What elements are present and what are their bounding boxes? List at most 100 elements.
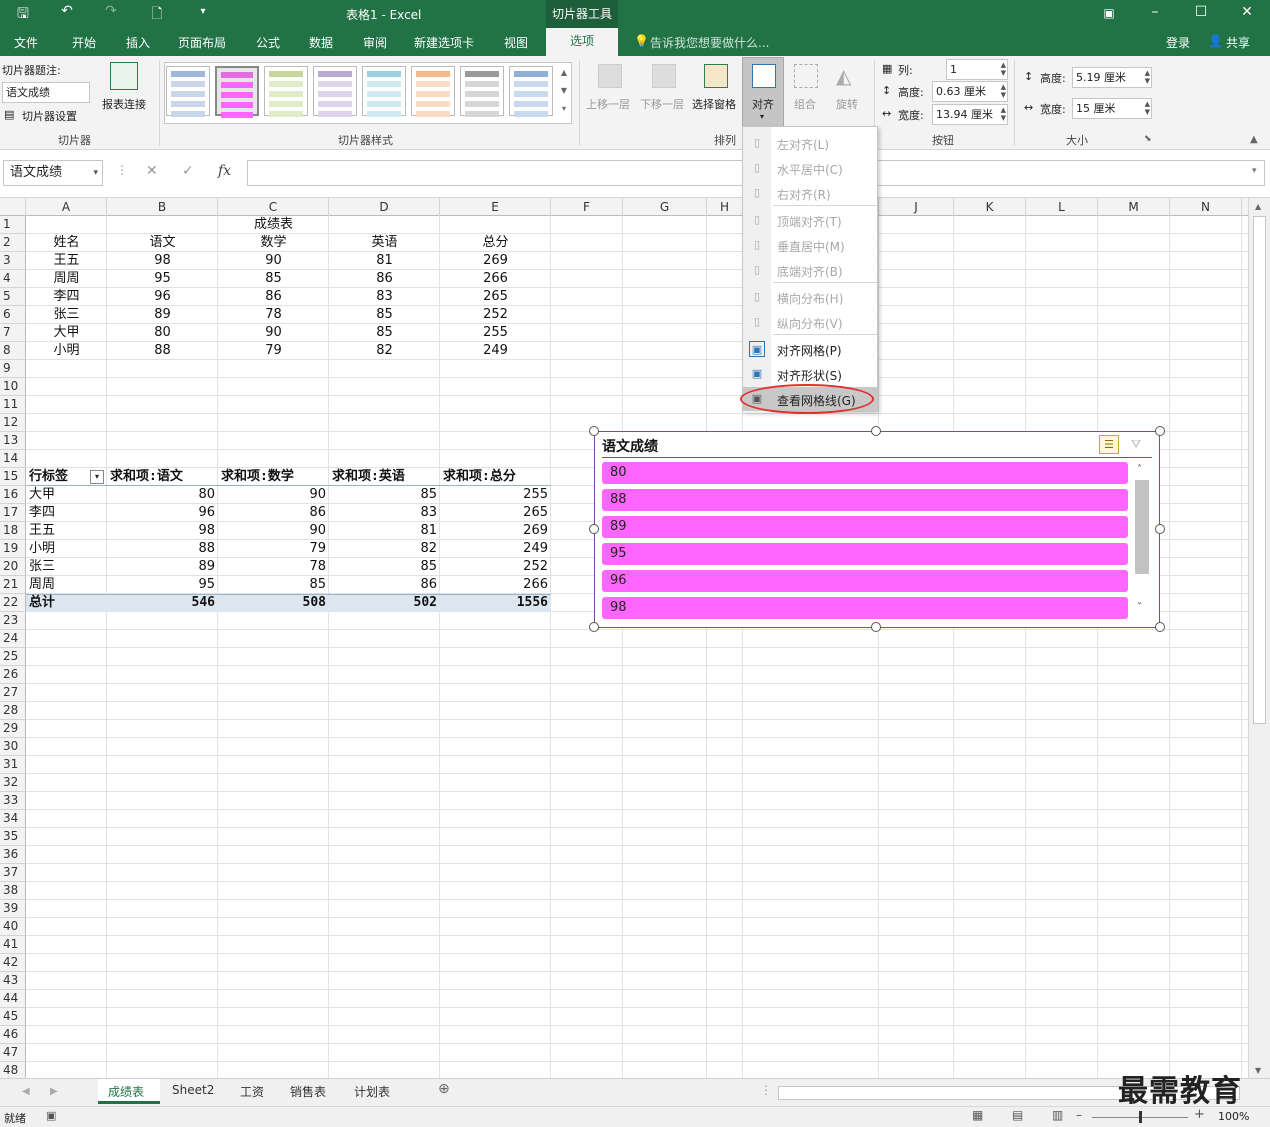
table-cell[interactable]: 周周 xyxy=(26,270,107,288)
table-cell[interactable]: 90 xyxy=(218,324,329,342)
row-header[interactable]: 1 xyxy=(0,216,26,234)
pivot-cell[interactable]: 85 xyxy=(218,576,326,594)
spinner-icon[interactable]: ▲ ▼ xyxy=(1145,100,1150,116)
table-cell[interactable]: 95 xyxy=(107,270,218,288)
zoom-level[interactable]: 100% xyxy=(1218,1110,1249,1123)
row-header[interactable]: 44 xyxy=(0,990,26,1008)
resize-handle[interactable] xyxy=(589,622,599,632)
insert-function-icon[interactable]: fx xyxy=(218,163,231,179)
pivot-cell[interactable]: 李四 xyxy=(29,504,107,522)
resize-handle[interactable] xyxy=(1155,426,1165,436)
slicer-item[interactable]: 95 xyxy=(602,543,1128,565)
row-header[interactable]: 27 xyxy=(0,684,26,702)
row-header[interactable]: 37 xyxy=(0,864,26,882)
pivot-cell[interactable]: 252 xyxy=(440,558,548,576)
minimize-icon[interactable]: – xyxy=(1144,4,1166,20)
table-header-cell[interactable]: 总分 xyxy=(440,234,551,252)
column-header[interactable]: D xyxy=(329,198,440,216)
tab-options[interactable]: 选项 xyxy=(546,28,618,56)
row-header[interactable]: 16 xyxy=(0,486,26,504)
table-cell[interactable]: 85 xyxy=(329,324,440,342)
column-header[interactable]: G xyxy=(623,198,707,216)
row-header[interactable]: 13 xyxy=(0,432,26,450)
next-sheet-icon[interactable]: ▶ xyxy=(50,1086,58,1097)
table-cell[interactable]: 266 xyxy=(440,270,551,288)
row-header[interactable]: 30 xyxy=(0,738,26,756)
scroll-thumb[interactable] xyxy=(1253,216,1266,724)
pivot-cell[interactable]: 90 xyxy=(218,486,326,504)
table-cell[interactable]: 265 xyxy=(440,288,551,306)
slicer-item[interactable]: 80 xyxy=(602,462,1128,484)
pivot-cell[interactable]: 周周 xyxy=(29,576,107,594)
slicer-settings-button[interactable]: 切片器设置 xyxy=(22,108,77,124)
row-header[interactable]: 20 xyxy=(0,558,26,576)
filter-dropdown-icon[interactable]: ▾ xyxy=(90,470,104,484)
table-cell[interactable]: 88 xyxy=(107,342,218,360)
row-header[interactable]: 3 xyxy=(0,252,26,270)
undo-icon[interactable]: ↶ xyxy=(56,3,78,19)
scroll-up-icon[interactable]: ▲ xyxy=(1255,202,1261,211)
tell-me-box[interactable]: 告诉我您想要做什么... xyxy=(650,34,769,51)
row-header[interactable]: 29 xyxy=(0,720,26,738)
clear-filter-icon[interactable]: ⛛ xyxy=(1131,435,1147,453)
row-header[interactable]: 15 xyxy=(0,468,26,486)
table-cell[interactable]: 269 xyxy=(440,252,551,270)
row-header[interactable]: 9 xyxy=(0,360,26,378)
slicer-style-swatch[interactable] xyxy=(264,66,308,117)
table-cell[interactable]: 255 xyxy=(440,324,551,342)
pivot-cell[interactable]: 80 xyxy=(107,486,215,504)
customize-qat-icon[interactable]: ▾ xyxy=(192,6,214,17)
table-cell[interactable]: 86 xyxy=(218,288,329,306)
worksheet-grid[interactable]: A B C D E F G H I J K L M N 123456789101… xyxy=(0,198,1248,1082)
pivot-cell[interactable]: 265 xyxy=(440,504,548,522)
row-header[interactable]: 35 xyxy=(0,828,26,846)
signin-link[interactable]: 登录 xyxy=(1166,34,1190,51)
columns-input[interactable]: 1 ▲ ▼ xyxy=(946,59,1008,80)
slicer-style-swatch[interactable] xyxy=(509,66,553,117)
pivot-cell[interactable]: 86 xyxy=(218,504,326,522)
row-header[interactable]: 45 xyxy=(0,1008,26,1026)
row-header[interactable]: 33 xyxy=(0,792,26,810)
sheet-tab-sheet2[interactable]: Sheet2 xyxy=(172,1083,214,1097)
row-header[interactable]: 12 xyxy=(0,414,26,432)
multi-select-icon[interactable]: ☰ xyxy=(1099,435,1119,454)
table-cell[interactable]: 249 xyxy=(440,342,551,360)
row-header[interactable]: 5 xyxy=(0,288,26,306)
sheet-tab-xiaoshoubiao[interactable]: 销售表 xyxy=(290,1083,326,1100)
slicer-style-swatch[interactable] xyxy=(460,66,504,117)
pivot-header-cell[interactable]: 求和项:总分 xyxy=(443,468,551,486)
tab-view[interactable]: 视图 xyxy=(504,34,528,51)
row-header[interactable]: 34 xyxy=(0,810,26,828)
table-cell[interactable]: 大甲 xyxy=(26,324,107,342)
macro-record-icon[interactable]: ▣ xyxy=(46,1109,56,1122)
rotate-button[interactable]: 旋转 xyxy=(836,96,858,112)
dialog-launcher-icon[interactable]: ⬊ xyxy=(1144,134,1152,144)
bring-forward-button[interactable]: 上移一层 xyxy=(586,96,630,112)
send-backward-button[interactable]: 下移一层 xyxy=(640,96,684,112)
table-cell[interactable]: 96 xyxy=(107,288,218,306)
pivot-cell[interactable]: 86 xyxy=(329,576,437,594)
sheet-tab-gongzi[interactable]: 工资 xyxy=(240,1083,264,1100)
table-header-cell[interactable]: 数学 xyxy=(218,234,329,252)
slicer-scroll-thumb[interactable] xyxy=(1135,480,1149,574)
row-header[interactable]: 19 xyxy=(0,540,26,558)
slicer-scrollbar[interactable]: ˄ ˅ xyxy=(1133,462,1151,622)
row-header[interactable]: 21 xyxy=(0,576,26,594)
column-header[interactable]: M xyxy=(1098,198,1170,216)
size-height-input[interactable]: 5.19 厘米 ▲ ▼ xyxy=(1072,67,1152,88)
pivot-header-cell[interactable]: 求和项:英语 xyxy=(332,468,440,486)
row-header[interactable]: 23 xyxy=(0,612,26,630)
row-header[interactable]: 17 xyxy=(0,504,26,522)
pivot-total-cell[interactable]: 546 xyxy=(107,594,215,612)
button-width-input[interactable]: 13.94 厘米 ▲ ▼ xyxy=(932,104,1008,125)
slicer-style-swatch[interactable] xyxy=(411,66,455,117)
selection-pane-button[interactable]: 选择窗格 xyxy=(692,96,736,112)
resize-handle[interactable] xyxy=(589,524,599,534)
page-layout-view-icon[interactable]: ▤ xyxy=(1012,1108,1023,1122)
tab-new-tab[interactable]: 新建选项卡 xyxy=(414,34,474,51)
slicer-item[interactable]: 89 xyxy=(602,516,1128,538)
pivot-cell[interactable]: 98 xyxy=(107,522,215,540)
column-header[interactable]: H xyxy=(707,198,743,216)
slicer-caption-input[interactable]: 语文成绩 xyxy=(2,82,90,103)
row-header[interactable]: 41 xyxy=(0,936,26,954)
